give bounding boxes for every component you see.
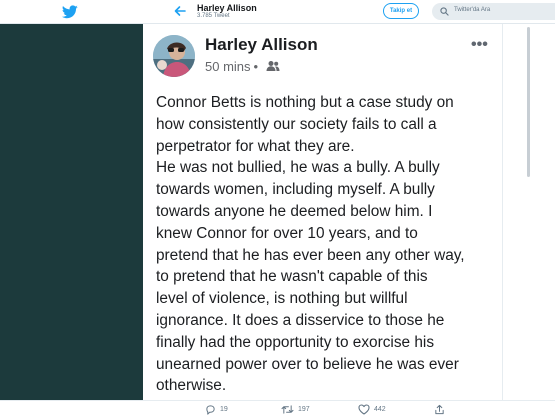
post-body-text: Connor Betts is nothing but a case study…: [156, 94, 465, 395]
scrollbar[interactable]: [527, 27, 530, 177]
back-arrow-icon[interactable]: [172, 3, 188, 19]
retweet-icon: [281, 405, 294, 414]
friends-icon: [266, 61, 280, 71]
search-placeholder: Twitter'da Ara: [454, 7, 491, 13]
more-options-icon[interactable]: •••: [471, 36, 488, 54]
search-icon: [440, 7, 449, 16]
avatar-photo: [153, 35, 195, 77]
top-bar: Harley Allison 3.785 Tweet Takip et Twit…: [0, 0, 555, 24]
follow-button[interactable]: Takip et: [383, 3, 419, 19]
reply-count: 19: [220, 406, 228, 413]
search-input[interactable]: Twitter'da Ara: [432, 3, 555, 20]
post-card: Harley Allison 50 mins • ••• Connor Betts…: [143, 24, 502, 400]
reply-action[interactable]: 19: [205, 404, 228, 415]
share-action[interactable]: [434, 404, 445, 415]
twitter-bird-icon[interactable]: [62, 5, 78, 19]
meta-separator: •: [253, 59, 259, 74]
tweet-actions-bar: 19 197 442: [0, 400, 555, 420]
retweet-count: 197: [298, 406, 310, 413]
header-profile-name: Harley Allison: [197, 3, 257, 13]
post-timestamp[interactable]: 50 mins: [205, 59, 251, 74]
post-meta: 50 mins •: [205, 59, 261, 74]
header-tweet-count: 3.785 Tweet: [197, 13, 230, 19]
share-icon: [435, 404, 444, 415]
reply-icon: [206, 405, 215, 415]
post-author[interactable]: Harley Allison: [205, 35, 318, 55]
like-action[interactable]: 442: [358, 404, 386, 415]
retweet-action[interactable]: 197: [281, 404, 310, 415]
like-count: 442: [374, 406, 386, 413]
avatar[interactable]: [153, 35, 195, 77]
like-icon: [358, 404, 370, 415]
